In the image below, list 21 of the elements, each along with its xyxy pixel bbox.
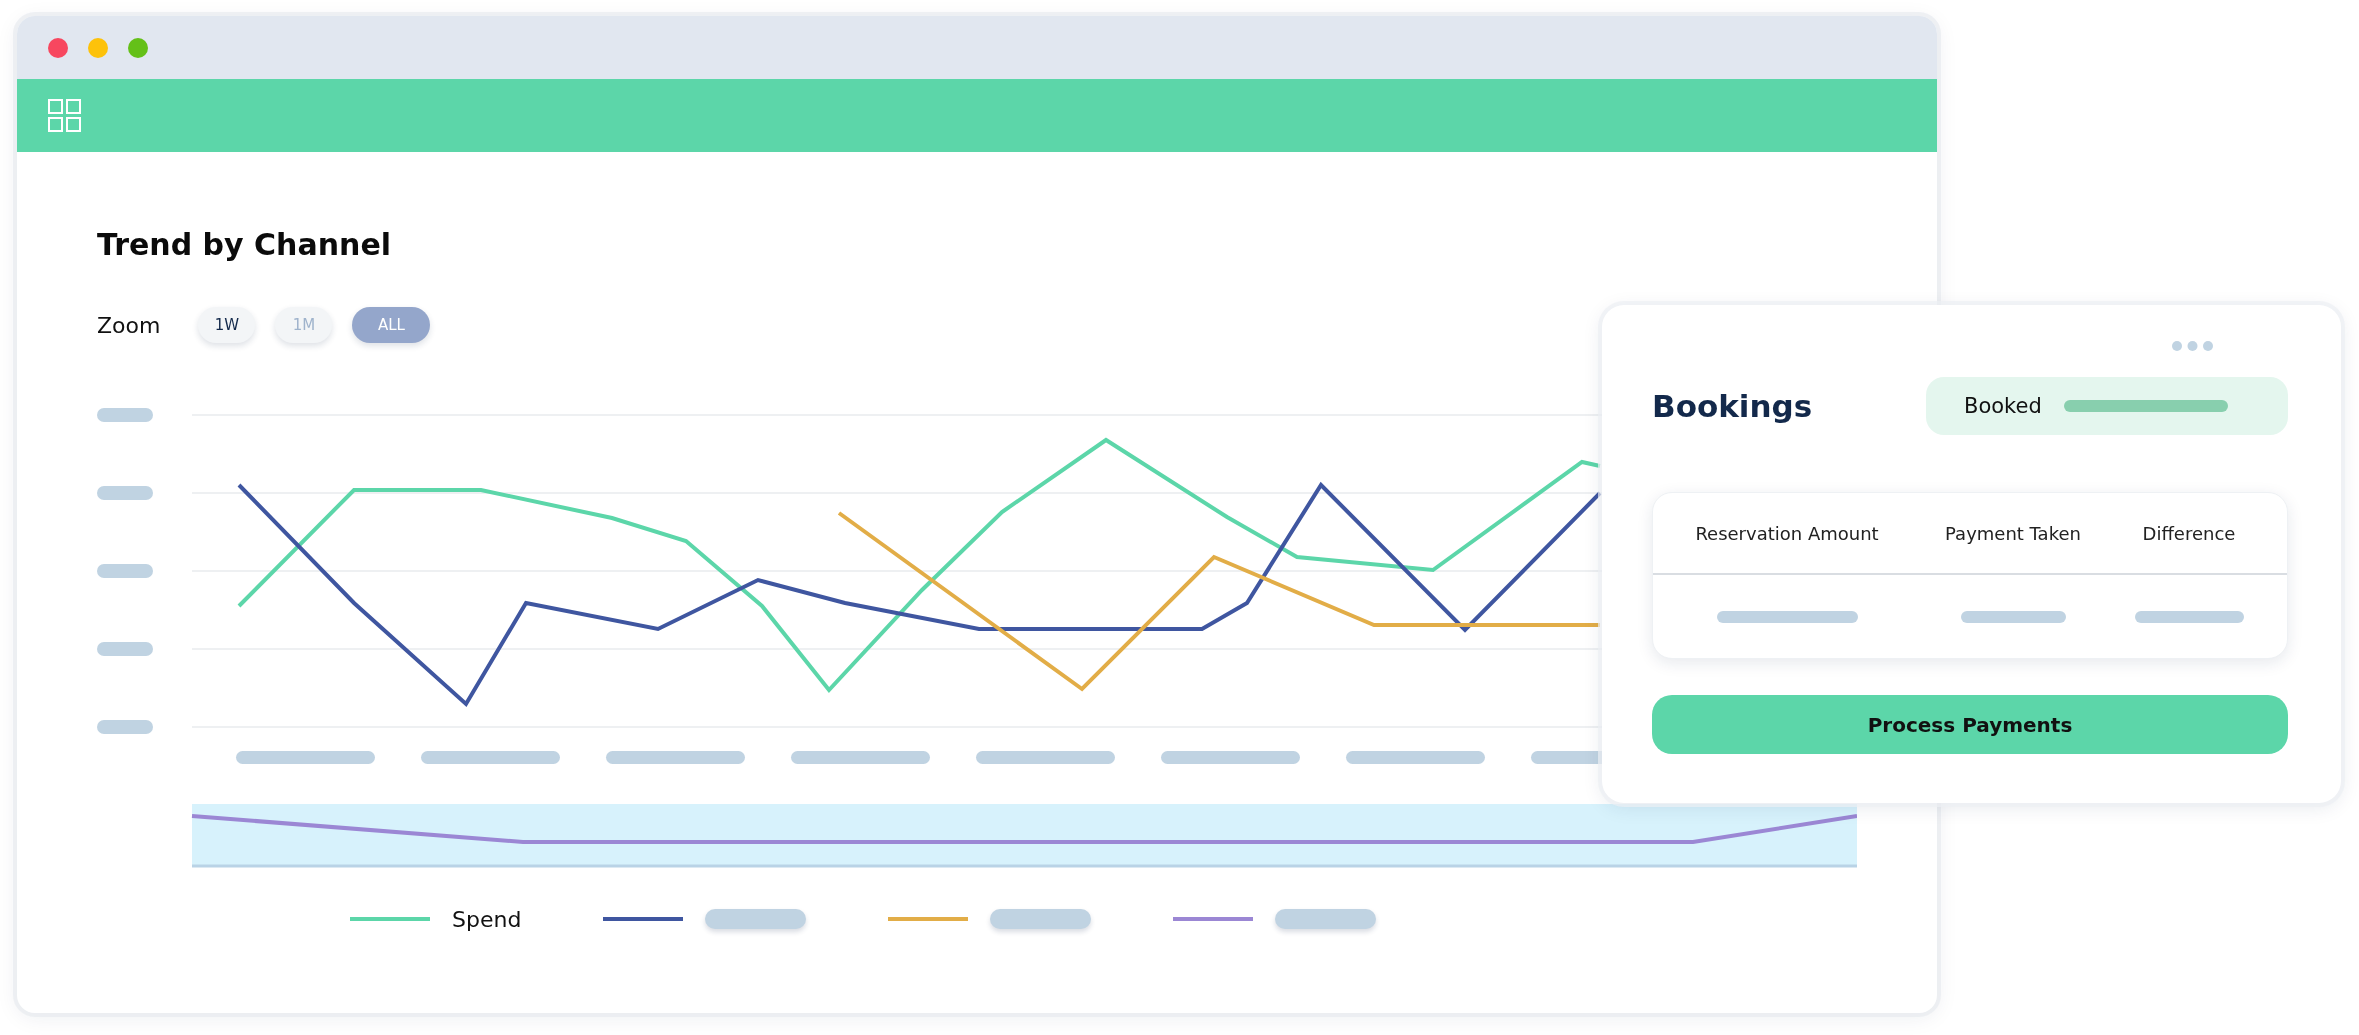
axis-label-placeholder [97,720,153,734]
window-minimize-button[interactable] [88,37,108,58]
window-close-button[interactable] [48,37,68,58]
status-label: Booked [1964,394,2042,418]
axis-label-placeholder [97,564,153,578]
axis-label-placeholder [97,642,153,656]
chart-title: Trend by Channel [97,226,392,264]
axis-label-placeholder [97,408,153,422]
grid-icon[interactable] [48,99,81,132]
column-header: Reservation Amount [1695,522,1879,544]
bookings-title: Bookings [1652,388,1813,424]
axis-label-placeholder [97,486,153,500]
legend-label: Spend [452,906,522,932]
more-icon[interactable] [2172,341,2213,351]
column-header: Payment Taken [1945,522,2081,544]
column-header: Difference [2142,522,2236,544]
range-navigator[interactable] [192,804,1857,868]
zoom-option-button[interactable]: 1W [198,307,256,343]
process-payments-button[interactable]: Process Payments [1652,695,2288,754]
window-maximize-button[interactable] [128,37,148,58]
zoom-label: Zoom [97,312,161,338]
